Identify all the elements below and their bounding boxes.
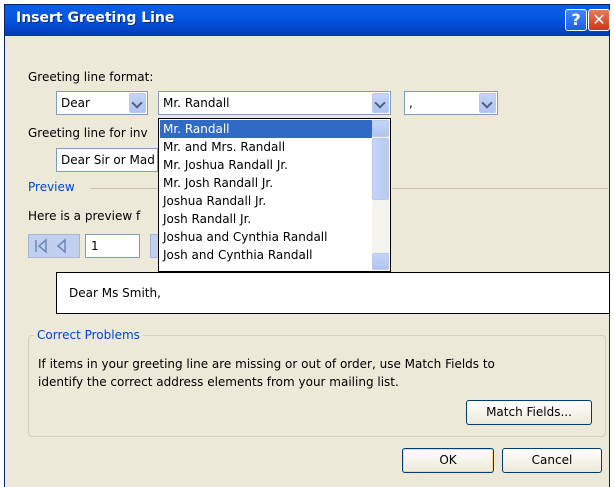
cancel-button[interactable]: Cancel	[502, 448, 602, 473]
scrollbar-thumb[interactable]	[372, 138, 389, 200]
chevron-down-icon[interactable]	[129, 93, 146, 113]
invalid-greeting-label: Greeting line for inv	[28, 126, 148, 140]
dropdown-option[interactable]: Joshua and Cynthia Randall	[160, 228, 375, 246]
greeting-preview-box: Dear Ms Smith,	[56, 272, 610, 314]
preview-divider	[90, 188, 160, 189]
chevron-down-icon[interactable]	[372, 93, 389, 113]
help-button[interactable]: ?	[565, 9, 587, 31]
dialog-title: Insert Greeting Line	[16, 10, 175, 26]
scroll-down-icon[interactable]	[372, 253, 389, 270]
ok-button[interactable]: OK	[402, 448, 494, 473]
record-number-value: 1	[91, 239, 99, 253]
name-format-select[interactable]: Mr. Randall	[158, 91, 391, 115]
dropdown-scrollbar[interactable]	[372, 120, 389, 270]
punctuation-select[interactable]: ,	[404, 91, 498, 115]
correct-problems-heading: Correct Problems	[34, 328, 143, 342]
scroll-up-icon[interactable]	[372, 120, 389, 137]
first-record-icon[interactable]	[29, 235, 79, 257]
record-navigation	[28, 234, 80, 258]
correct-problems-text-2: identify the correct address elements fr…	[38, 375, 399, 389]
greeting-preview-text: Dear Ms Smith,	[69, 286, 161, 300]
dropdown-option[interactable]: Josh Randall Jr.	[160, 210, 375, 228]
invalid-greeting-value: Dear Sir or Mad	[61, 153, 155, 167]
dropdown-option[interactable]: Mr. Randall	[160, 120, 375, 138]
dropdown-option[interactable]: Joshua Randall Jr.	[160, 192, 375, 210]
greeting-format-label: Greeting line format:	[28, 70, 154, 84]
invalid-greeting-select[interactable]: Dear Sir or Mad	[56, 148, 158, 172]
match-fields-button[interactable]: Match Fields...	[466, 400, 592, 425]
dropdown-option[interactable]: Josh and Cynthia Randall	[160, 246, 375, 264]
close-button[interactable]: ✕	[588, 9, 610, 31]
preview-heading: Preview	[28, 180, 75, 194]
salutation-value: Dear	[61, 96, 90, 110]
dropdown-option[interactable]: Mr. Joshua Randall Jr.	[160, 156, 375, 174]
dropdown-option[interactable]: Mr. Josh Randall Jr.	[160, 174, 375, 192]
punctuation-value: ,	[409, 96, 413, 110]
dropdown-option[interactable]: Mr. and Mrs. Randall	[160, 138, 375, 156]
correct-problems-text-1: If items in your greeting line are missi…	[38, 357, 495, 371]
chevron-down-icon[interactable]	[479, 93, 496, 113]
name-format-value: Mr. Randall	[163, 96, 230, 110]
preview-divider	[392, 188, 608, 189]
record-number-input[interactable]: 1	[85, 234, 140, 258]
name-format-dropdown-list: Mr. Randall Mr. and Mrs. Randall Mr. Jos…	[158, 118, 391, 272]
salutation-select[interactable]: Dear	[56, 91, 148, 115]
preview-label: Here is a preview f	[28, 209, 141, 223]
